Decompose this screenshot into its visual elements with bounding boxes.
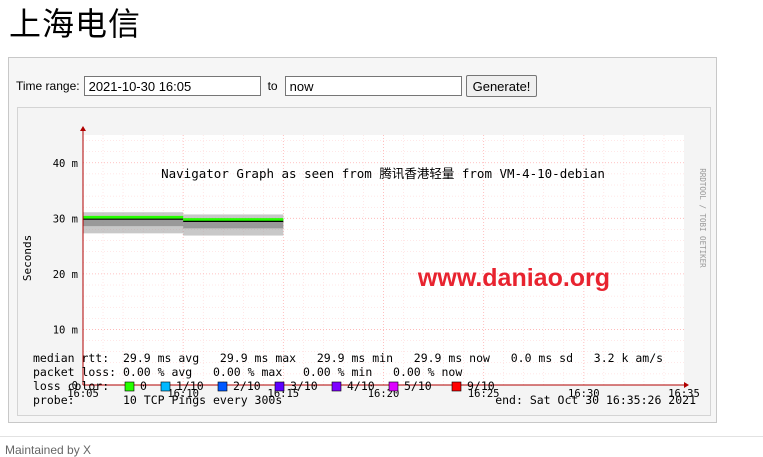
median-rtt-label: median rtt: [33,351,109,365]
smokeping-graph: 16:05 16:10 16:15 16:20 16:25 16:30 16:35 0 10 … [17,107,711,416]
loss-swatch-label: 4/10 [347,379,375,393]
y-tick-label: 30 m [53,213,78,225]
rrdtool-credit: RRDTOOL / TOBI OETIKER [698,168,707,268]
loss-color-label: loss color: [33,379,109,393]
start-time-input[interactable] [83,76,261,96]
footer-divider [0,436,763,437]
loss-swatch-label: 0 [140,379,147,393]
watermark-text: www.daniao.org [417,264,610,292]
loss-swatch-label: 2/10 [233,379,261,393]
loss-swatch [451,381,462,392]
graph-panel: Time range: to Generate! 16:0516:1016:15… [8,57,717,423]
packet-loss-label: packet loss: [33,365,116,379]
probe-label: probe: [33,393,75,407]
y-axis-arrow [80,126,86,131]
graph-title: Navigator Graph as seen from 腾讯香港轻量 from… [161,166,605,181]
loss-swatch-label: 9/10 [467,379,495,393]
graph-svg: 16:05 16:10 16:15 16:20 16:25 16:30 16:35 010 … [21,126,707,407]
time-range-label: Time range: [16,79,80,93]
page-title: 上海电信 [9,6,142,42]
footer-text: Maintained by X [5,443,92,457]
y-axis-label: Seconds [21,235,34,281]
probe-text: 10 TCP Pings every 300s [123,393,282,407]
end-time-text: end: Sat Oct 30 16:35:26 2021 [495,393,696,407]
loss-swatch-label: 3/10 [290,379,318,393]
end-time-input[interactable] [284,76,462,96]
packet-loss-stats: 0.00 % avg 0.00 % max 0.00 % min 0.00 % … [123,365,462,379]
loss-swatch [274,381,285,392]
to-label: to [267,79,278,93]
y-tick-label: 40 m [53,158,78,170]
loss-swatch [331,381,342,392]
loss-swatch [217,381,228,392]
generate-button[interactable]: Generate! [465,75,538,97]
loss-swatch [124,381,135,392]
loss-swatch [160,381,171,392]
loss-swatch-label: 5/10 [404,379,432,393]
time-range-form: Time range: to Generate! [16,75,538,97]
y-tick-label: 10 m [53,324,78,336]
loss-swatch [388,381,399,392]
loss-swatch-label: 1/10 [176,379,204,393]
smoke-bands [83,212,284,236]
y-tick-label: 20 m [53,269,78,281]
median-rtt-stats: 29.9 ms avg 29.9 ms max 29.9 ms min 29.9… [123,351,663,365]
